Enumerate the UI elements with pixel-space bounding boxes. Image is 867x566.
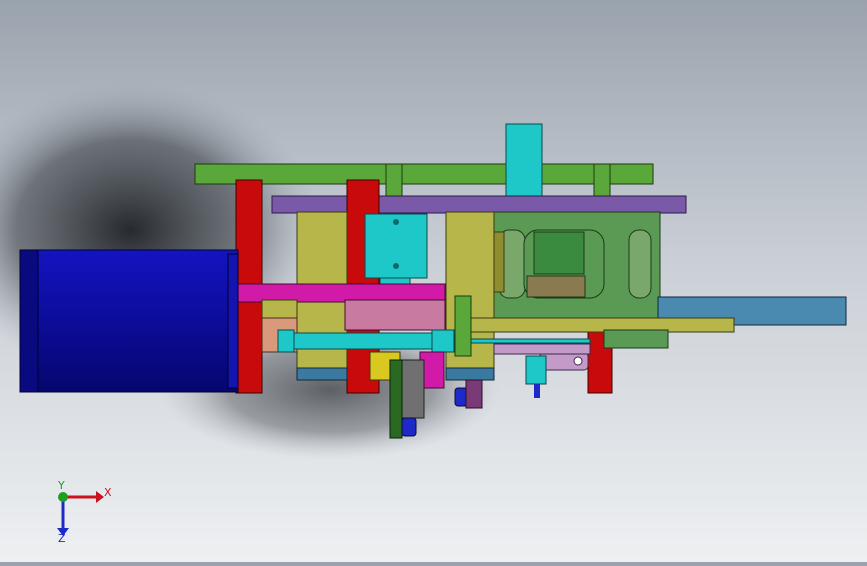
rail-bracket[interactable] xyxy=(603,329,669,349)
coordinate-triad: X Y Z xyxy=(57,479,112,545)
x-arrow-head xyxy=(96,491,104,503)
cad-graphics-area[interactable]: X Y Z xyxy=(0,0,867,562)
top-cylinder-column[interactable] xyxy=(505,123,543,199)
cylinder-port-bottom[interactable] xyxy=(393,263,399,269)
thin-push-rod[interactable] xyxy=(459,338,591,344)
linkage-pin[interactable] xyxy=(573,356,583,366)
cyan-sensor[interactable] xyxy=(525,355,547,385)
lilac-arm[interactable] xyxy=(493,343,591,355)
top-frame-bar[interactable] xyxy=(194,163,654,185)
blue-knob-lower[interactable] xyxy=(401,417,417,437)
servo-motor-endcap[interactable] xyxy=(19,249,39,393)
dark-green-arm[interactable] xyxy=(389,359,403,439)
green-bracket-arm[interactable] xyxy=(454,295,472,357)
olive-guide-inner[interactable] xyxy=(493,231,505,293)
magenta-slide-bar[interactable] xyxy=(229,283,446,303)
housing-window-right[interactable] xyxy=(628,229,652,299)
z-axis-label: Z xyxy=(58,532,66,545)
rail-support[interactable] xyxy=(469,317,735,333)
top-purple-plate[interactable] xyxy=(271,195,687,214)
motor-flange[interactable] xyxy=(227,253,239,389)
cylinder-port-top[interactable] xyxy=(393,219,399,225)
sensor-stem[interactable] xyxy=(534,384,540,398)
frame-bracket-left[interactable] xyxy=(385,163,403,199)
piston-rod-end-left[interactable] xyxy=(277,329,295,353)
piston-rod-end-right[interactable] xyxy=(431,329,455,353)
grey-block-lower[interactable] xyxy=(399,359,425,419)
y-axis-label: Y xyxy=(57,479,65,492)
purple-block-lower[interactable] xyxy=(465,379,483,409)
magenta-slide-block[interactable] xyxy=(344,299,446,331)
housing-insert-base[interactable] xyxy=(526,275,586,298)
assembly-drawing[interactable]: X Y Z xyxy=(0,0,867,562)
housing-insert[interactable] xyxy=(533,231,585,275)
servo-motor-body[interactable] xyxy=(19,249,239,393)
x-axis-label: X xyxy=(104,486,112,499)
y-axis-origin xyxy=(58,492,68,502)
olive-base-left[interactable] xyxy=(296,367,348,381)
frame-bracket-right[interactable] xyxy=(593,163,611,199)
olive-base-right[interactable] xyxy=(445,367,495,381)
olive-base-plate[interactable] xyxy=(261,299,298,321)
